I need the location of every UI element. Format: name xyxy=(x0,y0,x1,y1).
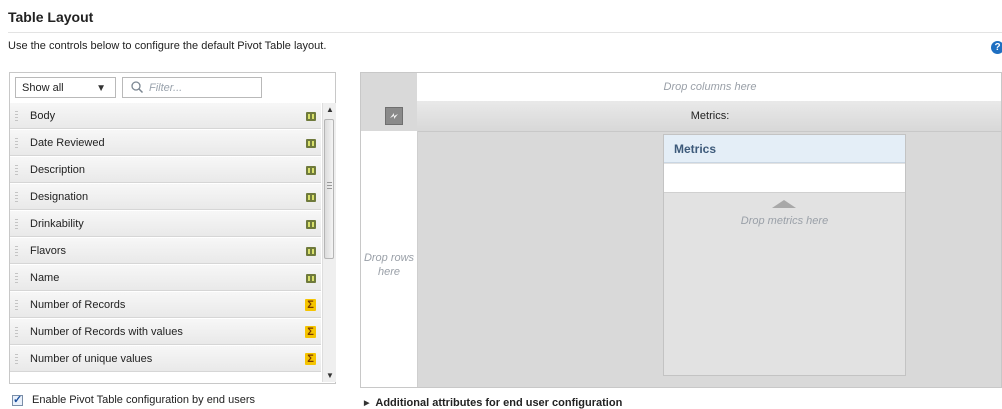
additional-attributes-toggle[interactable]: ▶ Additional attributes for end user conf… xyxy=(364,397,622,409)
drop-metrics-label: Drop metrics here xyxy=(740,215,829,227)
drag-handle-icon[interactable] xyxy=(15,327,18,338)
field-row[interactable]: Description xyxy=(10,157,321,183)
field-row[interactable]: Drinkability xyxy=(10,211,321,237)
field-row[interactable]: Date Reviewed xyxy=(10,130,321,156)
drag-handle-icon[interactable] xyxy=(15,300,18,311)
field-label: Designation xyxy=(30,191,89,203)
drop-rows-zone[interactable]: Drop rows here xyxy=(361,131,418,387)
sigma-icon: Σ xyxy=(305,353,316,365)
metrics-box-slot xyxy=(664,164,905,193)
drag-handle-icon[interactable] xyxy=(15,111,18,122)
field-label: Description xyxy=(30,164,86,176)
fields-panel: Show all ▼ Filter... Body Date Reviewed De… xyxy=(9,72,336,384)
drag-handle-icon[interactable] xyxy=(15,138,18,149)
scroll-down-icon[interactable]: ▼ xyxy=(326,371,334,380)
attribute-icon xyxy=(306,274,316,283)
attribute-icon xyxy=(306,112,316,121)
metrics-box-title: Metrics xyxy=(664,135,905,163)
attribute-icon xyxy=(306,193,316,202)
help-icon[interactable]: ? xyxy=(991,41,1002,54)
drag-handle-icon[interactable] xyxy=(15,219,18,230)
field-row[interactable]: Number of Records Σ xyxy=(10,292,321,318)
drag-handle-icon[interactable] xyxy=(15,354,18,365)
drag-handle-icon[interactable] xyxy=(15,192,18,203)
scroll-up-icon[interactable]: ▲ xyxy=(326,105,334,114)
scroll-thumb[interactable] xyxy=(324,119,334,259)
field-row[interactable]: Body xyxy=(10,103,321,129)
attribute-icon xyxy=(306,247,316,256)
filter-input[interactable]: Filter... xyxy=(122,77,262,98)
field-label: Body xyxy=(30,110,56,122)
swap-axes-button[interactable] xyxy=(385,107,403,125)
attribute-icon xyxy=(306,220,316,229)
expand-triangle-icon: ▶ xyxy=(364,400,370,407)
drop-rows-label: Drop rows here xyxy=(363,252,415,278)
field-label: Drinkability xyxy=(30,218,84,230)
field-row[interactable]: Name xyxy=(10,265,321,291)
enable-checkbox-label: Enable Pivot Table configuration by end … xyxy=(32,394,255,406)
title-divider xyxy=(8,32,1002,33)
search-icon xyxy=(131,81,144,94)
enable-checkbox[interactable] xyxy=(12,393,23,406)
thumb-grip-icon xyxy=(327,182,332,190)
drag-handle-icon[interactable] xyxy=(15,165,18,176)
field-list-scrollbar[interactable]: ▲ ▼ xyxy=(322,103,336,382)
field-list: Body Date Reviewed Description Designation D… xyxy=(10,103,321,382)
attribute-icon xyxy=(306,166,316,175)
field-label: Number of Records with values xyxy=(30,326,183,338)
attribute-icon xyxy=(306,139,316,148)
additional-attributes-label: Additional attributes for end user confi… xyxy=(375,397,623,409)
show-select-value: Show all xyxy=(22,82,64,94)
drag-handle-icon[interactable] xyxy=(15,273,18,284)
field-label: Number of Records xyxy=(30,299,126,311)
filter-placeholder: Filter... xyxy=(149,82,183,94)
chevron-down-icon: ▼ xyxy=(96,83,106,94)
sigma-icon: Σ xyxy=(305,299,316,311)
metrics-box[interactable]: Metrics Drop metrics here xyxy=(663,134,906,376)
field-row[interactable]: Flavors xyxy=(10,238,321,264)
drag-handle-icon[interactable] xyxy=(15,246,18,257)
drop-columns-zone[interactable]: Drop columns here xyxy=(417,73,1001,102)
page-title: Table Layout xyxy=(8,9,94,25)
field-row[interactable]: Designation xyxy=(10,184,321,210)
fields-toolbar: Show all ▼ Filter... xyxy=(10,73,335,103)
field-label: Name xyxy=(30,272,60,284)
field-label: Number of unique values xyxy=(30,353,153,365)
field-row[interactable]: Number of unique values Σ xyxy=(10,346,321,372)
field-label: Flavors xyxy=(30,245,67,257)
drop-arrow-icon xyxy=(772,200,796,208)
metrics-column-header: Metrics: xyxy=(417,101,1001,132)
swap-icon xyxy=(390,113,398,119)
page-description: Use the controls below to configure the … xyxy=(8,40,327,52)
sigma-icon: Σ xyxy=(305,326,316,338)
pivot-layout-area: Drop columns here Metrics: Drop rows her… xyxy=(360,72,1002,388)
field-row[interactable]: Number of Records with values Σ xyxy=(10,319,321,345)
show-select[interactable]: Show all ▼ xyxy=(15,77,116,98)
field-label: Date Reviewed xyxy=(30,137,105,149)
